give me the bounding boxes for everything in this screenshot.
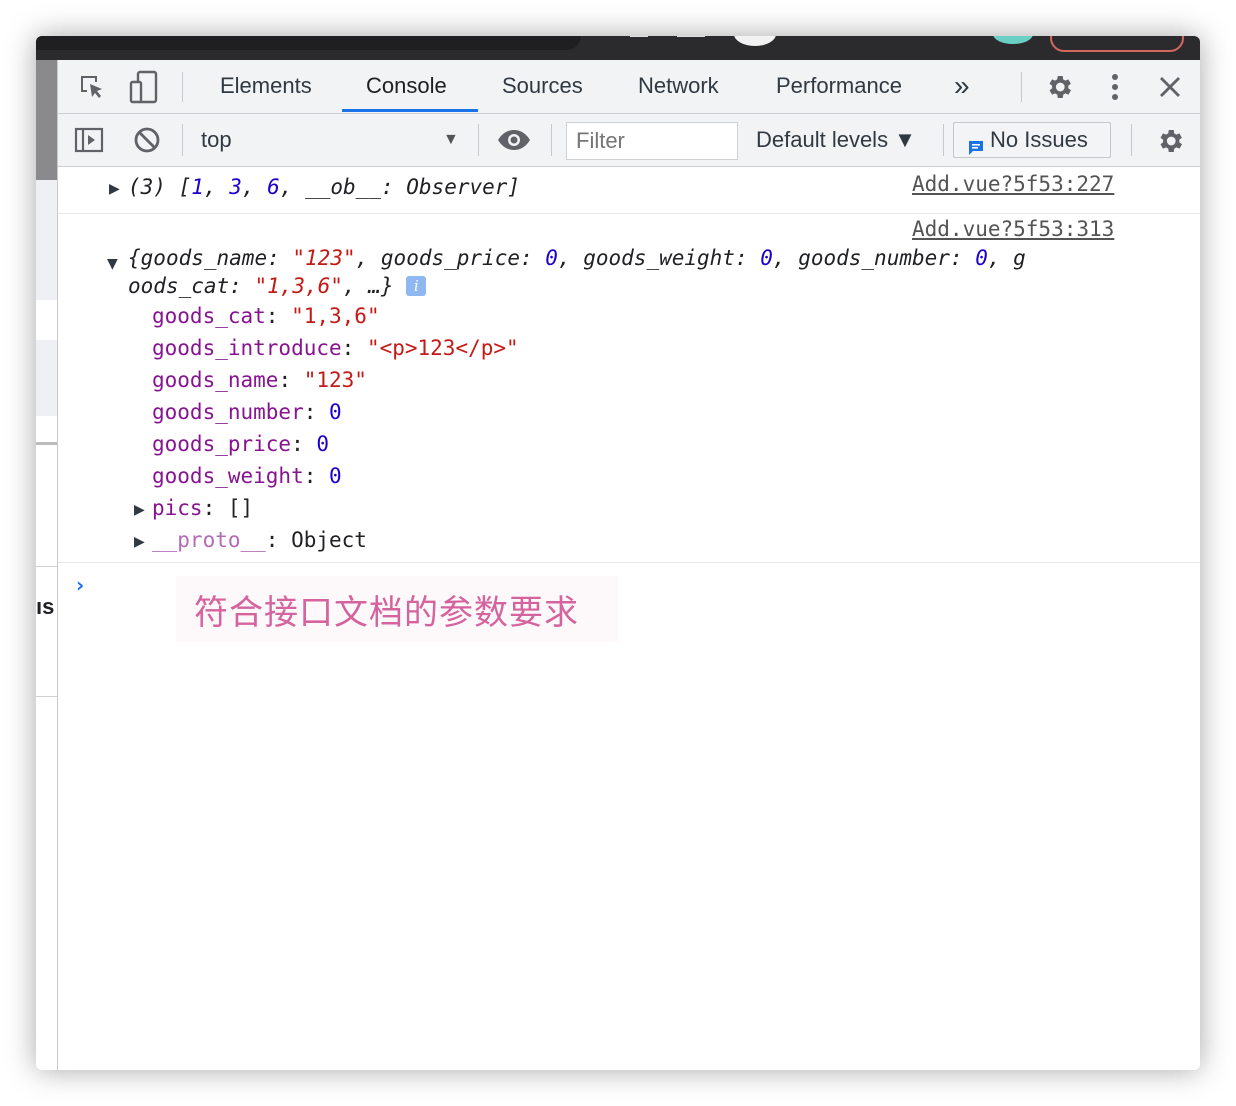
divider (1021, 72, 1022, 102)
tab-elements[interactable]: Elements (220, 60, 312, 113)
property-row: goods_name: "123" (152, 368, 367, 392)
divider (182, 124, 183, 156)
page-panel (36, 340, 57, 416)
sidebar-toggle-icon[interactable] (72, 124, 106, 156)
tab-console[interactable]: Console (366, 60, 447, 113)
browser-control (677, 36, 705, 37)
page-panel (36, 180, 57, 300)
console-prompt-icon[interactable]: › (76, 573, 84, 597)
browser-pill-button[interactable] (1050, 36, 1184, 52)
console-output: ▶ (3) [1, 3, 6, __ob__: Observer] Add.vu… (58, 167, 1200, 1070)
property-row: goods_number: 0 (152, 400, 342, 424)
context-selector[interactable]: top (201, 114, 232, 166)
browser-chrome-strip (36, 36, 1200, 60)
tab-performance[interactable]: Performance (776, 60, 902, 113)
divider (182, 72, 183, 102)
more-options-icon[interactable] (1098, 70, 1132, 104)
tab-sources[interactable]: Sources (502, 60, 583, 113)
expand-triangle-icon[interactable]: ▶ (134, 502, 145, 518)
devtools-panel: Elements Console Sources Network Perform… (57, 60, 1200, 1070)
browser-tab-area (36, 36, 581, 50)
filter-input[interactable] (566, 122, 738, 160)
screenshot-window: ıs Elements Console Sources Network Perf… (36, 36, 1200, 1070)
devtools-tabbar: Elements Console Sources Network Perform… (58, 60, 1200, 114)
issues-button[interactable]: No Issues (953, 122, 1111, 158)
divider (1131, 124, 1132, 156)
array-preview[interactable]: (3) [1, 3, 6, __ob__: Observer] (128, 175, 520, 199)
source-link[interactable]: Add.vue?5f53:313 (912, 217, 1114, 241)
expand-triangle-icon[interactable]: ▶ (134, 534, 145, 550)
object-preview[interactable]: {goods_name: "123", goods_price: 0, good… (128, 246, 1026, 270)
source-link[interactable]: Add.vue?5f53:227 (912, 172, 1114, 196)
info-icon[interactable]: i (406, 276, 427, 296)
divider (36, 696, 57, 697)
page-text-fragment: ıs (36, 594, 55, 619)
extension-icon[interactable] (993, 36, 1033, 44)
property-row-proto[interactable]: __proto__: Object (152, 528, 367, 552)
console-settings-gear-icon[interactable] (1152, 124, 1188, 158)
profile-avatar[interactable] (734, 36, 776, 46)
property-row: goods_weight: 0 (152, 464, 342, 488)
issues-icon (968, 132, 984, 166)
more-tabs-button[interactable]: » (954, 60, 970, 113)
console-message: Add.vue?5f53:313 ▼ {goods_name: "123", g… (58, 214, 1200, 563)
close-icon[interactable] (1152, 70, 1188, 104)
console-message: ▶ (3) [1, 3, 6, __ob__: Observer] Add.vu… (58, 167, 1200, 214)
console-toolbar: top ▼ Default levels ▼ No Issues (58, 114, 1200, 167)
expand-triangle-icon[interactable]: ▶ (109, 181, 120, 197)
object-preview-wrap: oods_cat: "1,3,6", …} i (128, 274, 427, 298)
browser-control (630, 36, 648, 37)
divider (943, 124, 944, 156)
scrollbar[interactable] (36, 60, 57, 180)
annotation-text: 符合接口文档的参数要求 (194, 593, 579, 633)
property-row: goods_cat: "1,3,6" (152, 304, 380, 328)
inspect-element-icon[interactable] (74, 70, 110, 104)
issues-label: No Issues (990, 127, 1088, 152)
tab-network[interactable]: Network (638, 60, 719, 113)
eye-icon[interactable] (495, 124, 533, 156)
divider (36, 442, 57, 445)
log-levels-dropdown[interactable]: Default levels ▼ (756, 114, 916, 166)
property-row-pics[interactable]: pics: [] (152, 496, 253, 520)
property-row: goods_price: 0 (152, 432, 330, 456)
divider (551, 124, 552, 156)
divider (36, 566, 57, 567)
divider (478, 124, 479, 156)
clear-console-icon[interactable] (130, 124, 164, 156)
collapse-triangle-icon[interactable]: ▼ (107, 256, 118, 272)
page-content-edge: ıs (36, 60, 57, 1070)
active-tab-indicator (342, 109, 478, 112)
settings-gear-icon[interactable] (1041, 70, 1077, 104)
property-row: goods_introduce: "<p>123</p>" (152, 336, 519, 360)
chevron-down-icon[interactable]: ▼ (443, 114, 459, 166)
device-toolbar-icon[interactable] (126, 70, 162, 104)
